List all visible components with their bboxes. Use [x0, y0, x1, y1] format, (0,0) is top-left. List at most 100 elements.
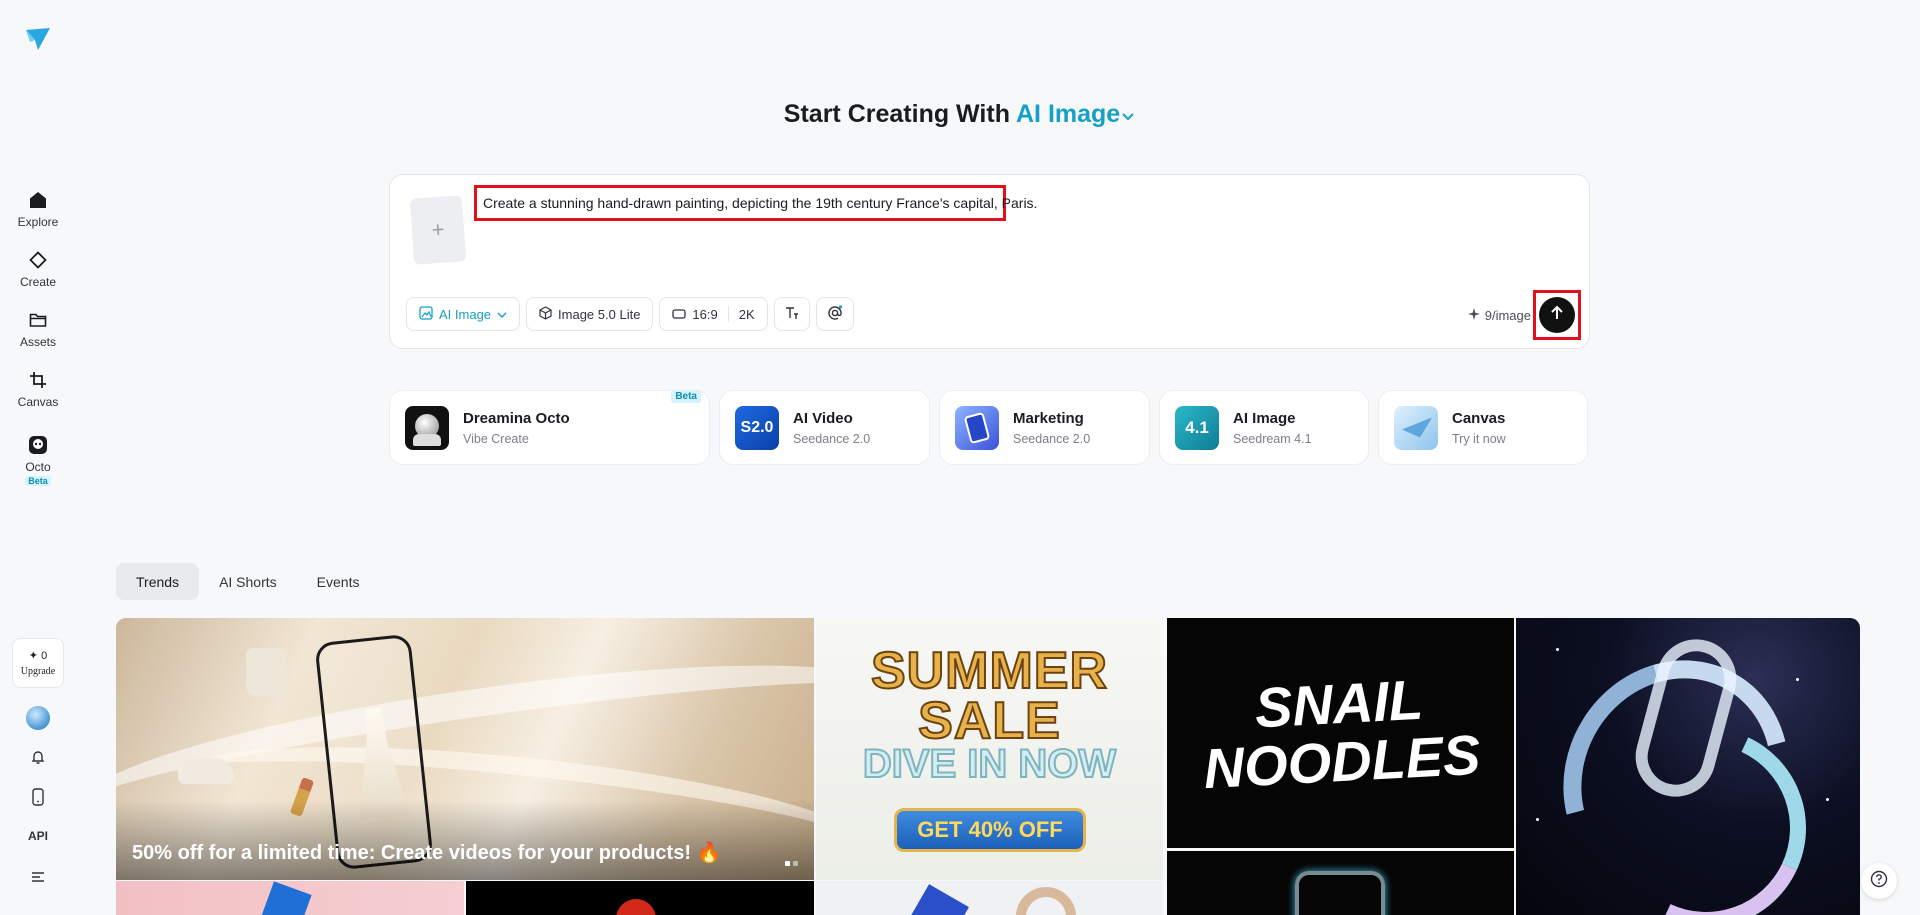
upgrade-label: Upgrade [20, 666, 56, 677]
tab-trends[interactable]: Trends [116, 563, 200, 600]
feature-title: Marketing [1013, 409, 1084, 427]
ratio-label: 16:9 [692, 306, 718, 322]
credit-cost: 9/image [1467, 308, 1531, 323]
send-highlight [1533, 290, 1581, 340]
shape [616, 899, 656, 915]
mode-label: AI Image [1016, 100, 1121, 128]
dreamina-logo-icon[interactable] [24, 26, 52, 52]
prompt-card: + Create a stunning hand-drawn painting,… [389, 174, 1590, 349]
generate-button[interactable] [1539, 297, 1575, 333]
gallery-item-snail-noodles[interactable]: SNAIL NOODLES [1167, 618, 1514, 848]
arrow-up-icon [1549, 305, 1565, 326]
credits-value: 0 [41, 650, 48, 662]
feature-subtitle: Try it now [1452, 431, 1506, 446]
ai-image-thumbnail: 4.1 [1175, 405, 1219, 450]
frame-image [1295, 871, 1385, 915]
shape [909, 884, 969, 915]
gallery-item[interactable] [116, 881, 464, 915]
sidebar-item-label: Create [19, 275, 57, 289]
carousel-dot[interactable] [793, 861, 798, 866]
feature-subtitle: Seedream 4.1 [1233, 431, 1312, 446]
banner-caption: 50% off for a limited time: Create video… [132, 842, 722, 864]
aspect-ratio-icon [672, 307, 687, 322]
menu-icon[interactable] [28, 867, 48, 887]
beta-badge: Beta [25, 476, 51, 486]
summer-line-3: DIVE IN NOW [862, 741, 1117, 787]
tab-events[interactable]: Events [297, 563, 380, 600]
snail-title: SNAIL NOODLES [1199, 668, 1482, 801]
page-title: Start Creating With AI Image [0, 100, 1920, 129]
feature-title: AI Image [1233, 409, 1296, 427]
feature-title: Canvas [1452, 409, 1506, 427]
sidebar-item-label: Assets [19, 335, 56, 349]
star [1556, 648, 1559, 651]
sidebar-item-canvas[interactable]: Canvas [0, 369, 76, 409]
text-format-icon [785, 306, 799, 323]
carousel-dots[interactable] [785, 861, 798, 866]
feature-card-canvas[interactable]: Canvas Try it now [1378, 390, 1588, 465]
folder-icon [27, 309, 49, 331]
gallery-tabs: Trends AI Shorts Events [116, 563, 379, 600]
carousel-dot[interactable] [785, 861, 790, 866]
credits-count: ✦ 0 [28, 650, 48, 662]
help-icon [1870, 870, 1888, 893]
avatar[interactable] [26, 706, 50, 730]
mode-dropdown[interactable]: AI Image [406, 297, 521, 331]
tab-ai-shorts[interactable]: AI Shorts [199, 563, 297, 600]
mode-switcher[interactable]: AI Image [1016, 100, 1136, 128]
cube-icon [539, 305, 552, 323]
help-button[interactable] [1861, 863, 1897, 899]
gallery-item-frame[interactable] [1167, 851, 1514, 915]
feature-card-ai-video[interactable]: S2.0 AI Video Seedance 2.0 [719, 390, 930, 465]
bell-icon[interactable] [28, 747, 48, 767]
star [1536, 818, 1539, 821]
feature-card-dreamina-octo[interactable]: Dreamina Octo Vibe Create Beta [389, 390, 710, 465]
add-reference-button[interactable]: + [409, 195, 467, 265]
feature-card-marketing[interactable]: Marketing Seedance 2.0 [939, 390, 1150, 465]
cost-label: 9/image [1484, 308, 1531, 323]
crop-icon [27, 369, 49, 391]
prompt-input[interactable]: Create a stunning hand-drawn painting, d… [474, 185, 1037, 221]
feature-subtitle: Vibe Create [463, 431, 529, 446]
gallery-item-chrome-art[interactable] [1516, 618, 1860, 915]
mobile-icon[interactable] [28, 787, 48, 807]
summer-offer: GET 40% OFF [894, 808, 1086, 852]
model-selector[interactable]: Image 5.0 Lite [526, 297, 654, 331]
marketing-thumbnail [955, 405, 999, 450]
octo-icon [27, 434, 49, 456]
gallery-item[interactable] [816, 881, 1163, 915]
upgrade-button[interactable]: ✦ 0 Upgrade [12, 638, 64, 688]
sidebar-item-assets[interactable]: Assets [0, 309, 76, 349]
shape [1016, 887, 1076, 915]
sidebar-item-explore[interactable]: Explore [0, 189, 76, 229]
octo-thumbnail [405, 405, 449, 450]
feature-card-ai-image[interactable]: 4.1 AI Image Seedream 4.1 [1159, 390, 1369, 465]
sparkle-icon [1467, 308, 1480, 323]
feature-title: AI Video [793, 409, 853, 427]
star [1826, 798, 1829, 801]
sneaker-image [178, 758, 234, 784]
sidebar-item-label: Canvas [17, 395, 59, 409]
divider [727, 306, 729, 322]
home-icon [27, 189, 49, 211]
star [1796, 678, 1799, 681]
image-icon [419, 305, 433, 323]
api-link[interactable]: API [0, 829, 76, 843]
resolution-label: 2K [738, 306, 755, 322]
sidebar-item-create[interactable]: Create [0, 249, 76, 289]
handbag-image [246, 648, 286, 696]
sidebar-item-octo[interactable]: Octo Beta [0, 434, 76, 486]
shape [260, 881, 312, 915]
gallery-item[interactable] [466, 881, 814, 915]
ratio-resolution-selector[interactable]: 16:9 2K [659, 297, 768, 331]
snail-line-2: NOODLES [1202, 722, 1482, 801]
feature-subtitle: Seedance 2.0 [793, 431, 871, 446]
canvas-thumbnail [1394, 405, 1438, 450]
text-style-button[interactable] [773, 297, 810, 331]
feature-subtitle: Seedance 2.0 [1013, 431, 1091, 446]
gallery-item-summer-sale[interactable]: SUMMER SALE DIVE IN NOW GET 40% OFF [816, 618, 1163, 880]
at-sign-icon [827, 304, 843, 324]
mention-button[interactable] [815, 297, 854, 331]
promo-banner[interactable]: 50% off for a limited time: Create video… [116, 618, 814, 880]
model-label: Image 5.0 Lite [558, 306, 641, 322]
